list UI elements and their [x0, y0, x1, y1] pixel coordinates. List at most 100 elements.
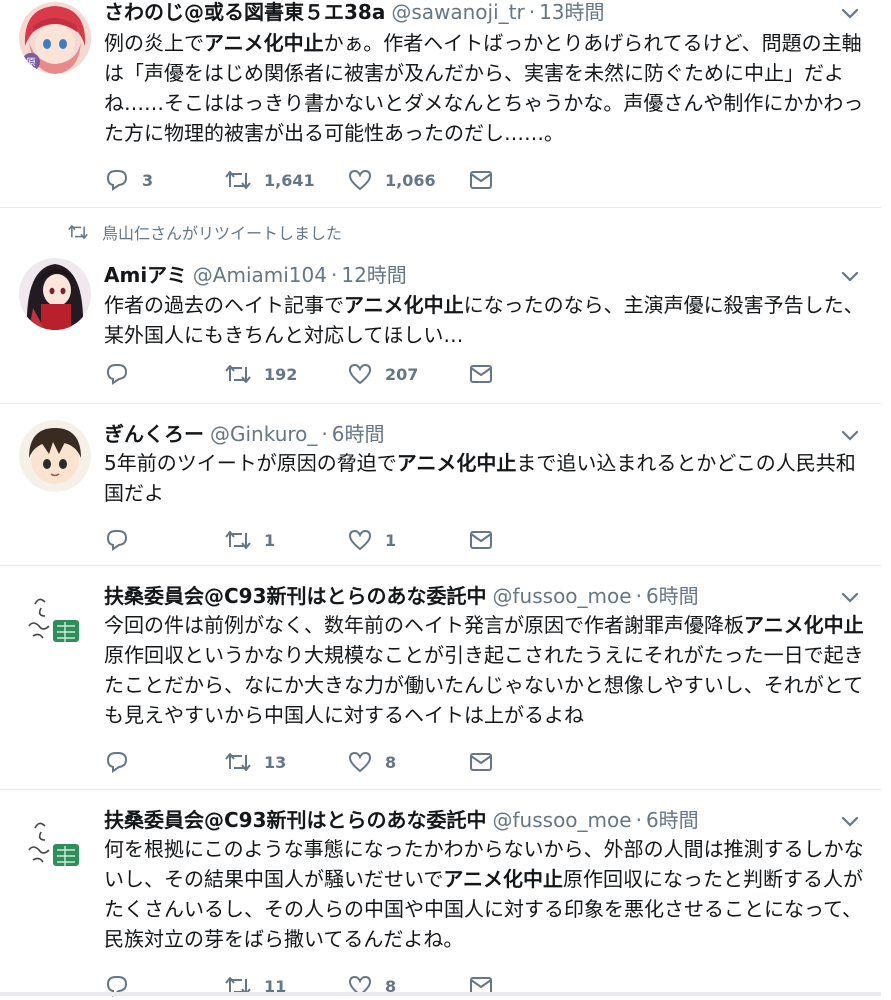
dm-button[interactable]	[468, 748, 494, 776]
tweet-header: 扶桑委員会@C93新刊はとらのあな委託中 @fussoo_moe · 6時間	[104, 808, 699, 832]
retweet-button[interactable]: 1	[224, 526, 275, 554]
retweet-count: 192	[264, 364, 298, 384]
reply-icon	[106, 530, 128, 551]
tweet-text-post: 原作回収というかなり大規模なことが引き起こされたうえにそれがたった一日で起きたこ…	[104, 643, 864, 727]
tweet-header: ぎんくろー @Ginkuro_ · 6時間	[104, 422, 385, 446]
tweet-actions: 3 1,641 1,066	[104, 166, 504, 194]
horizontal-scrollbar[interactable]	[0, 992, 881, 996]
user-handle[interactable]: @fussoo_moe	[493, 808, 632, 832]
dm-button[interactable]	[468, 526, 494, 554]
timeline: 原 さわのじ@或る図書東５エ38a @sawanoji_tr · 13時間 例の炎上で…	[0, 0, 881, 997]
tweet-text-highlight: アニメ化中止	[744, 613, 864, 637]
tweet-actions: 1 1	[104, 526, 504, 554]
display-name[interactable]: Amiアミ	[104, 263, 187, 287]
retweet-button[interactable]: 13	[224, 748, 286, 776]
tweet-text-pre: 今回の件は前例がなく、数年前のヘイト発言が原因で作者謝罪声優降板	[104, 613, 744, 637]
chevron-down-icon[interactable]	[839, 265, 861, 287]
tweet[interactable]: 扶桑委員会@C93新刊はとらのあな委託中 @fussoo_moe · 6時間 今回の件…	[0, 566, 881, 790]
reply-icon	[106, 170, 128, 191]
separator-dot: ·	[321, 422, 328, 446]
retweet-icon	[68, 225, 88, 239]
heart-icon	[348, 363, 372, 385]
retweet-count: 13	[264, 752, 287, 772]
tweet[interactable]: ぎんくろー @Ginkuro_ · 6時間 5年前のツイートが原因の脅迫でアニメ化中止…	[0, 404, 881, 566]
heart-icon	[348, 529, 372, 551]
like-button[interactable]: 1	[347, 526, 396, 554]
retweet-icon	[225, 753, 251, 771]
envelope-icon	[470, 171, 492, 189]
timestamp[interactable]: 12時間	[341, 263, 406, 287]
avatar[interactable]	[19, 586, 91, 658]
display-name[interactable]: ぎんくろー	[104, 422, 204, 446]
like-count: 207	[385, 364, 419, 384]
chevron-down-icon[interactable]	[839, 2, 861, 24]
user-handle[interactable]: @fussoo_moe	[493, 584, 632, 608]
avatar-fusou-logo-icon	[19, 586, 91, 658]
tweet-text: 今回の件は前例がなく、数年前のヘイト発言が原因で作者謝罪声優降板アニメ化中止原作…	[104, 610, 864, 730]
retweet-icon	[225, 171, 251, 189]
chevron-down-icon[interactable]	[839, 810, 861, 832]
timestamp[interactable]: 6時間	[646, 808, 699, 832]
tweet-header: さわのじ@或る図書東５エ38a @sawanoji_tr · 13時間	[104, 0, 605, 24]
like-count: 1,066	[385, 170, 436, 190]
heart-icon	[348, 169, 372, 191]
user-handle[interactable]: @Amiami104	[193, 263, 327, 287]
avatar-chibi-icon	[19, 420, 91, 492]
avatar[interactable]: 原	[19, 2, 91, 74]
avatar[interactable]	[19, 810, 91, 882]
chevron-down-icon[interactable]	[839, 586, 861, 608]
like-button[interactable]: 1,066	[347, 166, 436, 194]
tweet[interactable]: 扶桑委員会@C93新刊はとらのあな委託中 @fussoo_moe · 6時間 何を根拠…	[0, 790, 881, 997]
display-name[interactable]: 扶桑委員会@C93新刊はとらのあな委託中	[104, 584, 487, 608]
tweet-text: 何を根拠にこのような事態になったかわからないから、外部の人間は推測するしかないし…	[104, 834, 864, 954]
reply-icon	[106, 752, 128, 773]
like-count: 8	[385, 752, 397, 772]
reply-count: 3	[142, 170, 154, 190]
reply-button[interactable]	[104, 748, 142, 776]
tweet-text-pre: 5年前のツイートが原因の脅迫で	[104, 451, 397, 475]
display-name[interactable]: さわのじ@或る図書東５エ38a	[104, 0, 385, 24]
tweet-text: 例の炎上でアニメ化中止かぁ。作者ヘイトばっかとりあげられてるけど、問題の主軸は「…	[104, 28, 864, 148]
avatar-fusou-logo-icon	[19, 810, 91, 882]
timestamp[interactable]: 13時間	[539, 0, 604, 24]
avatar-badge: 原	[26, 57, 36, 69]
separator-dot: ·	[635, 584, 642, 608]
tweet-header: Amiアミ @Amiami104 · 12時間	[104, 263, 407, 287]
like-count: 1	[385, 530, 397, 550]
like-button[interactable]: 8	[347, 748, 396, 776]
tweet-text: 5年前のツイートが原因の脅迫でアニメ化中止まで追い込まれるとかどこの人民共和国だ…	[104, 448, 864, 508]
tweet-header: 扶桑委員会@C93新刊はとらのあな委託中 @fussoo_moe · 6時間	[104, 584, 699, 608]
reply-button[interactable]	[104, 360, 142, 388]
timestamp[interactable]: 6時間	[332, 422, 385, 446]
tweet-text-pre: 例の炎上で	[104, 31, 204, 55]
envelope-icon	[470, 753, 492, 771]
retweet-context: 鳥山仁さんがリツイートしました	[66, 220, 342, 244]
separator-dot: ·	[635, 808, 642, 832]
retweet-icon	[225, 365, 251, 383]
reply-button[interactable]	[104, 526, 142, 554]
retweet-button[interactable]: 192	[224, 360, 297, 388]
timestamp[interactable]: 6時間	[646, 584, 699, 608]
chevron-down-icon[interactable]	[839, 424, 861, 446]
user-handle[interactable]: @sawanoji_tr	[391, 0, 524, 24]
retweet-context-label[interactable]: 鳥山仁さんがリツイートしました	[102, 220, 342, 244]
tweet[interactable]: 鳥山仁さんがリツイートしました Amiアミ @Amiami104 · 12時間 作者の…	[0, 208, 881, 404]
avatar-dark-hair-icon	[19, 258, 91, 330]
retweet-button[interactable]: 1,641	[224, 166, 315, 194]
scrollbar-track[interactable]	[881, 0, 891, 996]
display-name[interactable]: 扶桑委員会@C93新刊はとらのあな委託中	[104, 808, 487, 832]
avatar[interactable]	[19, 420, 91, 492]
user-handle[interactable]: @Ginkuro_	[210, 422, 317, 446]
dm-button[interactable]	[468, 166, 494, 194]
retweet-count: 1	[264, 530, 276, 550]
tweet-text-highlight: アニメ化中止	[443, 867, 564, 891]
like-button[interactable]: 207	[347, 360, 418, 388]
tweet-text-highlight: アニメ化中止	[396, 451, 517, 475]
reply-button[interactable]: 3	[104, 166, 153, 194]
avatar[interactable]	[19, 258, 91, 330]
tweet[interactable]: 原 さわのじ@或る図書東５エ38a @sawanoji_tr · 13時間 例の炎上で…	[0, 0, 881, 208]
dm-button[interactable]	[468, 360, 494, 388]
envelope-icon	[470, 531, 492, 549]
separator-dot: ·	[528, 0, 536, 24]
tweet-actions: 192 207	[104, 360, 504, 388]
